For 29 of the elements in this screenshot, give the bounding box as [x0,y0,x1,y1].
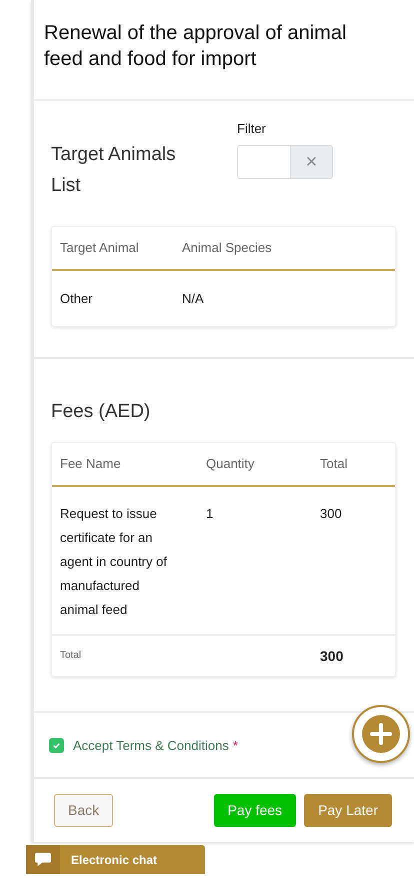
table-cell-text: Request to issue certificate for an agent in country of manufactured animal feed [59,505,168,619]
filter-label: Filter [237,121,267,136]
speech-bubble-icon [34,852,52,868]
action-button[interactable]: Pay Later [304,794,392,826]
column-header: Total [319,455,348,473]
total-value: 300 [319,647,344,666]
chat-bar[interactable]: Electronic chat [26,845,205,874]
action-button[interactable]: Pay fees [214,794,296,826]
section-heading: Fees (AED) [51,400,152,424]
column-header: Fee Name [59,455,122,473]
checkbox[interactable] [49,738,64,752]
table-cell-text: Other [59,290,94,308]
total-label: Total [59,649,82,663]
clear-button[interactable]: × [291,145,333,179]
table-cell-text: 1 [205,505,214,523]
request-title: Renewal of the approval of animal feed and food for import [44,0,384,72]
column-header: Target Animal [59,239,140,257]
column-header: Quantity [205,455,256,473]
section-heading: Target Animals List [51,143,177,198]
table-cell-text: 300 [319,505,343,523]
chat-label: Electronic chat [71,852,158,866]
action-button[interactable]: Back [54,794,114,826]
column-header: Animal Species [181,239,273,257]
plus-icon [361,714,401,754]
filter-field[interactable] [237,145,291,179]
terms-label[interactable]: Accept Terms & Conditions [73,738,229,752]
required-mark: * [232,738,238,752]
check-icon [52,740,61,750]
table-cell-text: N/A [181,290,205,308]
